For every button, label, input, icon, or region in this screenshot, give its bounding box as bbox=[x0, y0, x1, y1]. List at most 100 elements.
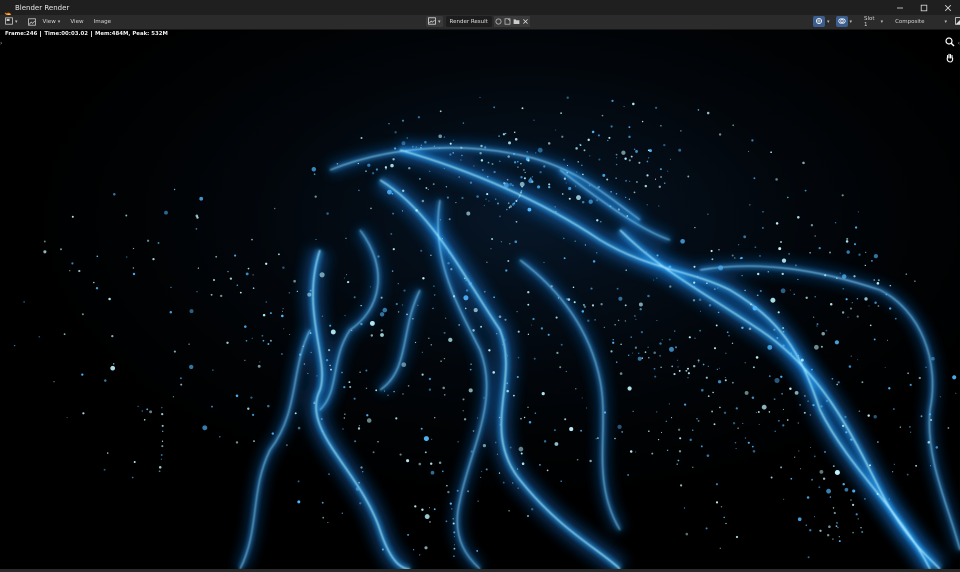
particle bbox=[267, 343, 270, 345]
particle bbox=[639, 308, 642, 311]
particle bbox=[658, 205, 660, 207]
particle bbox=[723, 516, 725, 519]
editor-type-dropdown[interactable]: ▾ bbox=[3, 17, 20, 28]
particle bbox=[399, 453, 402, 456]
view-dropdown[interactable]: View ▾ bbox=[38, 17, 66, 28]
gizmo-toggle[interactable] bbox=[813, 16, 825, 27]
particle bbox=[271, 432, 274, 435]
image-mode-icon[interactable] bbox=[26, 17, 38, 28]
particle bbox=[668, 338, 671, 341]
particle bbox=[226, 341, 229, 344]
render-viewport[interactable] bbox=[0, 30, 960, 569]
particle bbox=[391, 270, 394, 272]
menu-image-label: Image bbox=[93, 19, 112, 25]
particle bbox=[718, 265, 724, 271]
particle bbox=[624, 320, 627, 322]
particle bbox=[899, 426, 901, 428]
particle bbox=[385, 167, 387, 170]
close-button[interactable] bbox=[936, 0, 960, 15]
particle bbox=[759, 254, 761, 257]
particle bbox=[392, 248, 395, 251]
particle bbox=[797, 422, 799, 424]
particle bbox=[92, 281, 95, 284]
chevron-down-icon: ▾ bbox=[57, 19, 61, 25]
chevron-down-icon[interactable]: ▾ bbox=[827, 19, 830, 25]
chevron-down-icon: ▾ bbox=[15, 19, 18, 25]
particle bbox=[247, 407, 250, 410]
particle bbox=[547, 142, 551, 145]
particle bbox=[701, 388, 704, 392]
chevron-down-icon[interactable]: ▾ bbox=[850, 19, 853, 25]
toolbar-toggle[interactable]: › bbox=[0, 40, 2, 47]
particle bbox=[504, 132, 507, 135]
particle bbox=[321, 501, 324, 504]
particle bbox=[905, 273, 908, 275]
particle bbox=[837, 381, 840, 384]
particle bbox=[857, 211, 860, 213]
particle bbox=[452, 139, 455, 141]
new-image-icon[interactable] bbox=[502, 16, 512, 27]
open-image-icon[interactable] bbox=[511, 16, 521, 27]
particle bbox=[452, 295, 456, 298]
overlay-toggle[interactable] bbox=[835, 16, 848, 27]
particle bbox=[509, 446, 512, 449]
menu-view[interactable]: View bbox=[65, 17, 88, 28]
particle bbox=[506, 355, 509, 357]
menu-image[interactable]: Image bbox=[89, 17, 117, 28]
image-name-field[interactable]: Render Result bbox=[445, 16, 492, 27]
unlink-icon[interactable] bbox=[520, 16, 530, 27]
particle bbox=[235, 394, 239, 398]
particle bbox=[343, 386, 346, 389]
particle bbox=[855, 513, 858, 516]
display-channels-dropdown[interactable]: ▾ bbox=[953, 16, 960, 27]
particle bbox=[375, 168, 379, 171]
render-stats: Frame:246 Time:00:03.02 Mem:484M, Peak: … bbox=[5, 31, 168, 37]
particle bbox=[325, 359, 329, 362]
fake-user-icon[interactable] bbox=[493, 16, 503, 27]
particle bbox=[659, 168, 662, 171]
zoom-icon[interactable] bbox=[944, 36, 956, 48]
particle bbox=[858, 253, 861, 256]
particle bbox=[320, 418, 323, 420]
layer-select[interactable]: Composite ▾ bbox=[891, 16, 951, 27]
particle bbox=[412, 318, 414, 320]
browse-image-button[interactable]: ▾ bbox=[426, 16, 443, 27]
particle bbox=[797, 278, 799, 281]
gizmo-icon bbox=[815, 17, 823, 27]
particle bbox=[438, 461, 442, 465]
particle bbox=[711, 410, 714, 413]
particle bbox=[718, 367, 720, 369]
particle bbox=[377, 441, 379, 443]
particle bbox=[832, 507, 835, 509]
particle bbox=[281, 310, 284, 312]
particle bbox=[735, 535, 739, 539]
particle bbox=[341, 371, 343, 374]
particle bbox=[697, 109, 700, 111]
particle bbox=[851, 302, 853, 304]
particle bbox=[871, 260, 873, 262]
particle bbox=[481, 470, 483, 473]
particle bbox=[716, 368, 718, 370]
particle bbox=[448, 251, 450, 254]
minimize-button[interactable] bbox=[888, 0, 912, 15]
particle bbox=[752, 366, 755, 369]
particle bbox=[618, 296, 623, 301]
particle bbox=[828, 525, 831, 528]
particle bbox=[741, 274, 743, 277]
particle bbox=[468, 388, 473, 393]
particle bbox=[521, 107, 524, 110]
particle bbox=[318, 390, 320, 392]
particle bbox=[726, 331, 729, 334]
hand-pan-icon[interactable] bbox=[944, 52, 956, 64]
particle bbox=[390, 163, 394, 168]
slot-select[interactable]: Slot 1 ▾ bbox=[860, 16, 887, 28]
maximize-button[interactable] bbox=[912, 0, 936, 15]
particle bbox=[679, 437, 682, 440]
particle bbox=[483, 290, 486, 293]
particle bbox=[353, 397, 356, 400]
particle bbox=[731, 254, 734, 257]
particle bbox=[322, 516, 325, 519]
particle bbox=[794, 456, 796, 458]
particle bbox=[548, 185, 551, 189]
particle bbox=[173, 350, 176, 353]
